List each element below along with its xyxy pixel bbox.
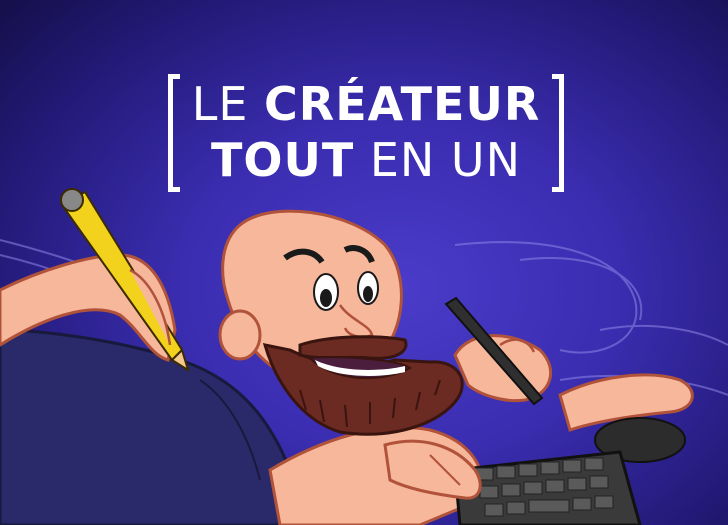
- headline-word-tout: TOUT: [210, 133, 355, 187]
- headline-word-le: LE: [191, 77, 249, 131]
- bracket-left: [168, 74, 180, 192]
- bracket-right: [552, 74, 564, 192]
- headline-line-2: TOUT EN UN: [190, 134, 542, 186]
- poster: LE CRÉATEUR TOUT EN UN: [0, 0, 728, 525]
- keyboard: [453, 450, 642, 525]
- headline: LE CRÉATEUR TOUT EN UN: [168, 74, 564, 192]
- ear: [218, 309, 262, 361]
- shirt: [0, 328, 302, 525]
- headline-line-1: LE CRÉATEUR: [190, 78, 542, 130]
- headline-word-en-un: EN UN: [369, 133, 522, 187]
- mustache: [298, 335, 408, 360]
- headline-word-createur: CRÉATEUR: [264, 77, 541, 131]
